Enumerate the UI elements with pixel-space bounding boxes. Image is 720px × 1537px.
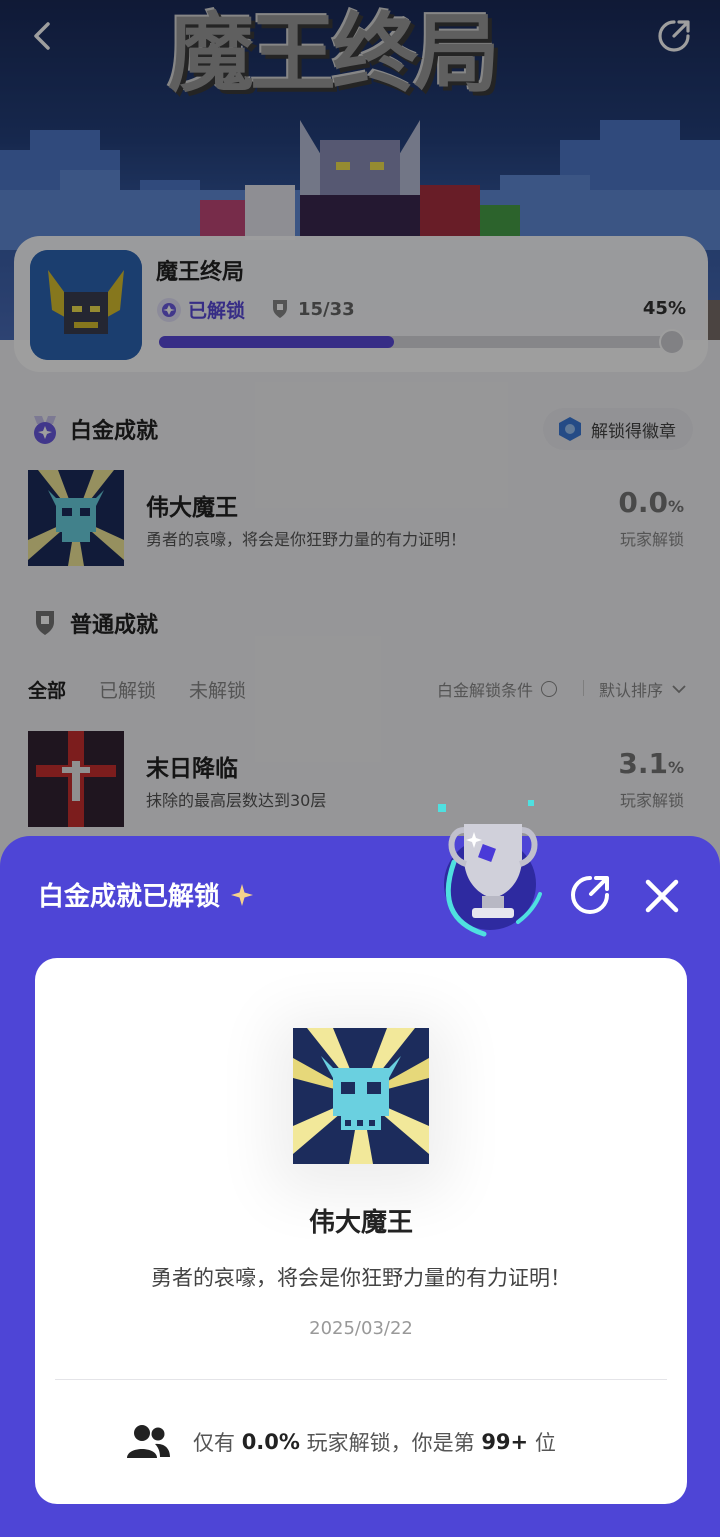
platinum-unlocked-sheet: 白金成就已解锁 伟大魔王 勇者的哀嚎，将会是你狂野力量的有力证明！ 2025/0… [0,800,720,1537]
sparkle-star-icon [231,883,254,906]
sheet-close-button[interactable] [640,874,684,918]
footer-prefix: 仅有 [193,1431,235,1455]
detail-unlock-date: 2025/03/22 [309,1318,413,1339]
footer-rank: 99+ [481,1430,529,1454]
achievement-detail-card: 伟大魔王 勇者的哀嚎，将会是你狂野力量的有力证明！ 2025/03/22 仅有 … [35,958,687,1504]
divider [55,1379,667,1380]
footer-suffix: 位 [534,1431,556,1455]
achievement-detail-image [293,1028,429,1164]
footer-middle: 玩家解锁，你是第 [306,1431,475,1455]
footer-percent: 0.0% [241,1430,300,1454]
trophy-icon [438,800,542,937]
detail-achievement-description: 勇者的哀嚎，将会是你狂野力量的有力证明！ [151,1266,571,1290]
sheet-share-button[interactable] [568,872,614,918]
detail-achievement-name: 伟大魔王 [308,1208,413,1238]
sheet-title-label: 白金成就已解锁 [38,882,221,912]
unlock-rank-footer: 仅有 0.0% 玩家解锁，你是第 99+ 位 [125,1422,556,1462]
sheet-title: 白金成就已解锁 [38,876,254,913]
close-icon [645,879,679,913]
users-icon [127,1425,170,1458]
share-icon [571,876,609,914]
